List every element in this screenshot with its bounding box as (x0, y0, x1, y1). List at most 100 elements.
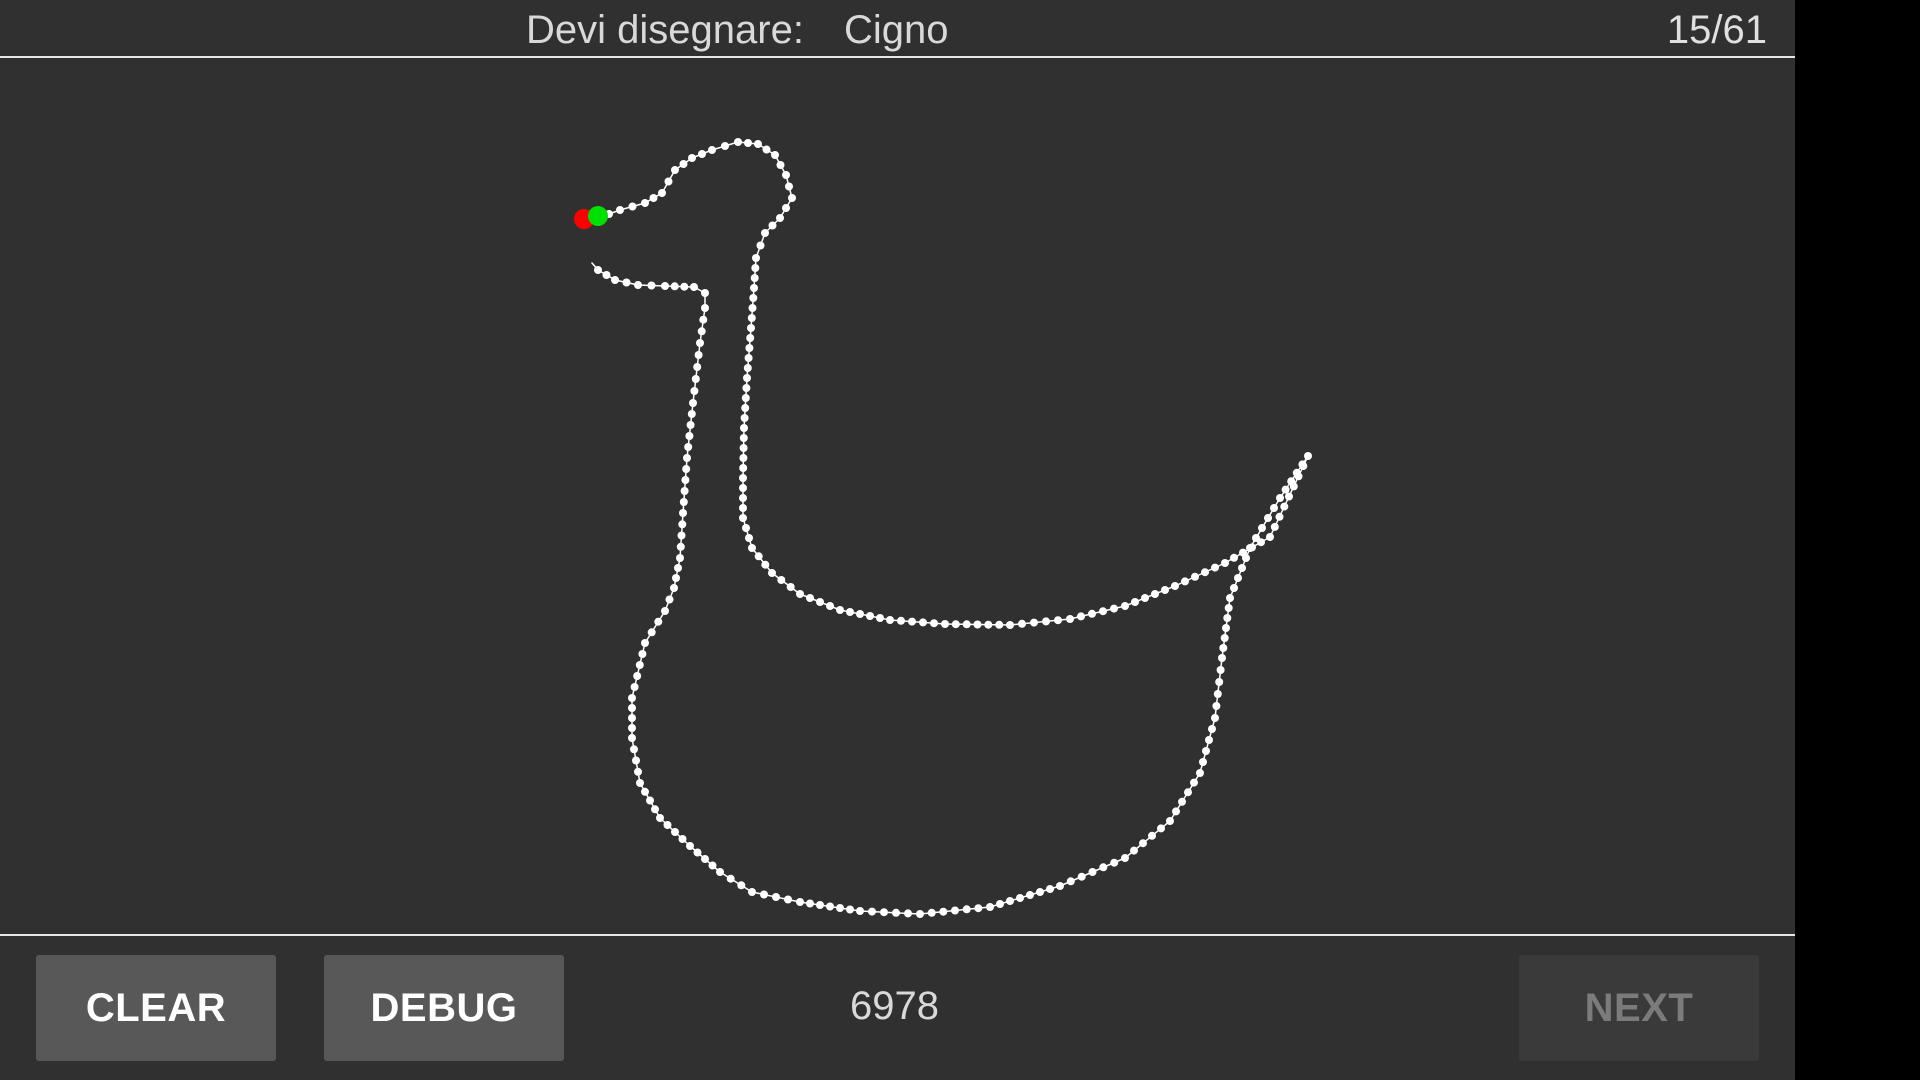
stroke-dot (782, 171, 790, 179)
stroke-dot (701, 855, 709, 863)
stroke-dot (1211, 714, 1219, 722)
stroke-dot (739, 474, 747, 482)
stroke-dot (748, 304, 757, 312)
stroke-dot (1287, 477, 1296, 486)
stroke-dot (1046, 885, 1054, 893)
stroke-dot (689, 399, 697, 407)
stroke-dot (739, 454, 748, 462)
stroke-dot (750, 284, 758, 292)
stroke-dot (1066, 877, 1075, 886)
stroke-dot (1121, 602, 1129, 610)
stroke-dot (836, 606, 844, 614)
stroke-dot (1208, 725, 1216, 733)
stroke-dot (1234, 574, 1242, 582)
stroke-dot (995, 620, 1004, 629)
stroke-dot (1006, 897, 1014, 905)
drawing-app: Devi disegnare: Cigno 15/61 CLEAR DEBUG … (0, 0, 1795, 1080)
stroke-dot (1066, 615, 1074, 623)
stroke-dot (1184, 788, 1192, 797)
stroke-dot (701, 304, 709, 312)
stroke-dot (1099, 607, 1107, 616)
stroke-dot (634, 767, 642, 776)
stroke-dot (661, 282, 669, 290)
stroke-dot (941, 620, 949, 628)
stroke-dot (1148, 831, 1156, 840)
stroke-dot (1202, 747, 1210, 755)
stroke-dot (1171, 582, 1179, 590)
drawing-canvas[interactable] (0, 58, 1795, 934)
stroke-dot (746, 334, 755, 342)
stroke-dot (927, 908, 936, 917)
stroke-dot (676, 542, 685, 551)
stroke-dot (681, 476, 690, 484)
stroke-dot (1270, 522, 1279, 531)
stroke-dot (776, 161, 785, 169)
stroke-dot (674, 564, 682, 572)
stroke-dot (686, 421, 695, 429)
stroke-dot (671, 828, 679, 836)
stroke-dot (916, 910, 924, 918)
clear-button[interactable]: CLEAR (36, 955, 276, 1061)
stroke-dot (1054, 616, 1062, 625)
stroke-dot (1304, 452, 1312, 460)
debug-button[interactable]: DEBUG (324, 955, 564, 1061)
stroke-dot (796, 898, 804, 906)
stroke-dot (664, 177, 673, 186)
score-value: 6978 (850, 984, 939, 1028)
stroke-dot (745, 344, 754, 352)
stroke-dot (1258, 524, 1266, 532)
stroke-dot (939, 907, 948, 916)
stroke-dot (721, 142, 729, 150)
stroke-dot (1285, 492, 1293, 501)
stroke-dot (826, 902, 834, 911)
stroke-dot (1246, 544, 1254, 552)
stroke-dot (742, 384, 751, 392)
stroke-dot (962, 620, 971, 629)
stroke-dot (744, 139, 752, 147)
stroke-dot (632, 756, 640, 765)
stroke-dot (785, 182, 793, 191)
stroke-dot (1130, 846, 1138, 855)
stroke-dot (680, 487, 689, 495)
stroke-dot (1181, 577, 1189, 586)
prompt-word: Cigno (844, 8, 949, 52)
stroke-dot (628, 714, 636, 722)
screen-edge (1795, 0, 1920, 1080)
stroke-dot (1220, 634, 1229, 642)
stroke-dot (1157, 824, 1165, 833)
stroke-dot (1036, 888, 1044, 896)
stroke-dot (973, 620, 982, 629)
stroke-dot (1026, 891, 1034, 899)
stroke-dot (876, 614, 884, 622)
stroke-dot (694, 351, 703, 359)
stroke-dot (1121, 854, 1129, 862)
stroke-dot (1016, 894, 1024, 902)
stroke-dot (628, 704, 636, 712)
stroke-dot (739, 464, 748, 472)
next-button[interactable]: NEXT (1519, 955, 1759, 1061)
stroke-dot (684, 443, 693, 451)
stroke-dot (761, 229, 769, 237)
stroke-dot (687, 410, 696, 418)
stroke-dot (1141, 594, 1149, 602)
stroke-dot (647, 281, 656, 290)
stroke-dot (974, 904, 983, 913)
stroke-dot (676, 554, 684, 562)
stroke-dot (760, 890, 768, 899)
stroke-dot (641, 787, 649, 796)
stroke-dot (716, 868, 724, 876)
stroke-dot (739, 484, 747, 492)
stroke-dot (616, 206, 624, 214)
stroke-dot (816, 598, 824, 606)
stroke-dot (661, 607, 669, 615)
stroke-dot (951, 906, 959, 915)
stroke-dot (663, 821, 672, 829)
stroke-dot (670, 584, 678, 592)
stroke-dot (786, 583, 795, 591)
stroke-dot (1264, 514, 1272, 522)
stroke-dot (1226, 594, 1234, 602)
stroke-dot (693, 848, 702, 857)
stroke-dot (1292, 468, 1301, 477)
stroke-dot (734, 138, 742, 146)
progress-counter: 15/61 (1666, 8, 1767, 52)
